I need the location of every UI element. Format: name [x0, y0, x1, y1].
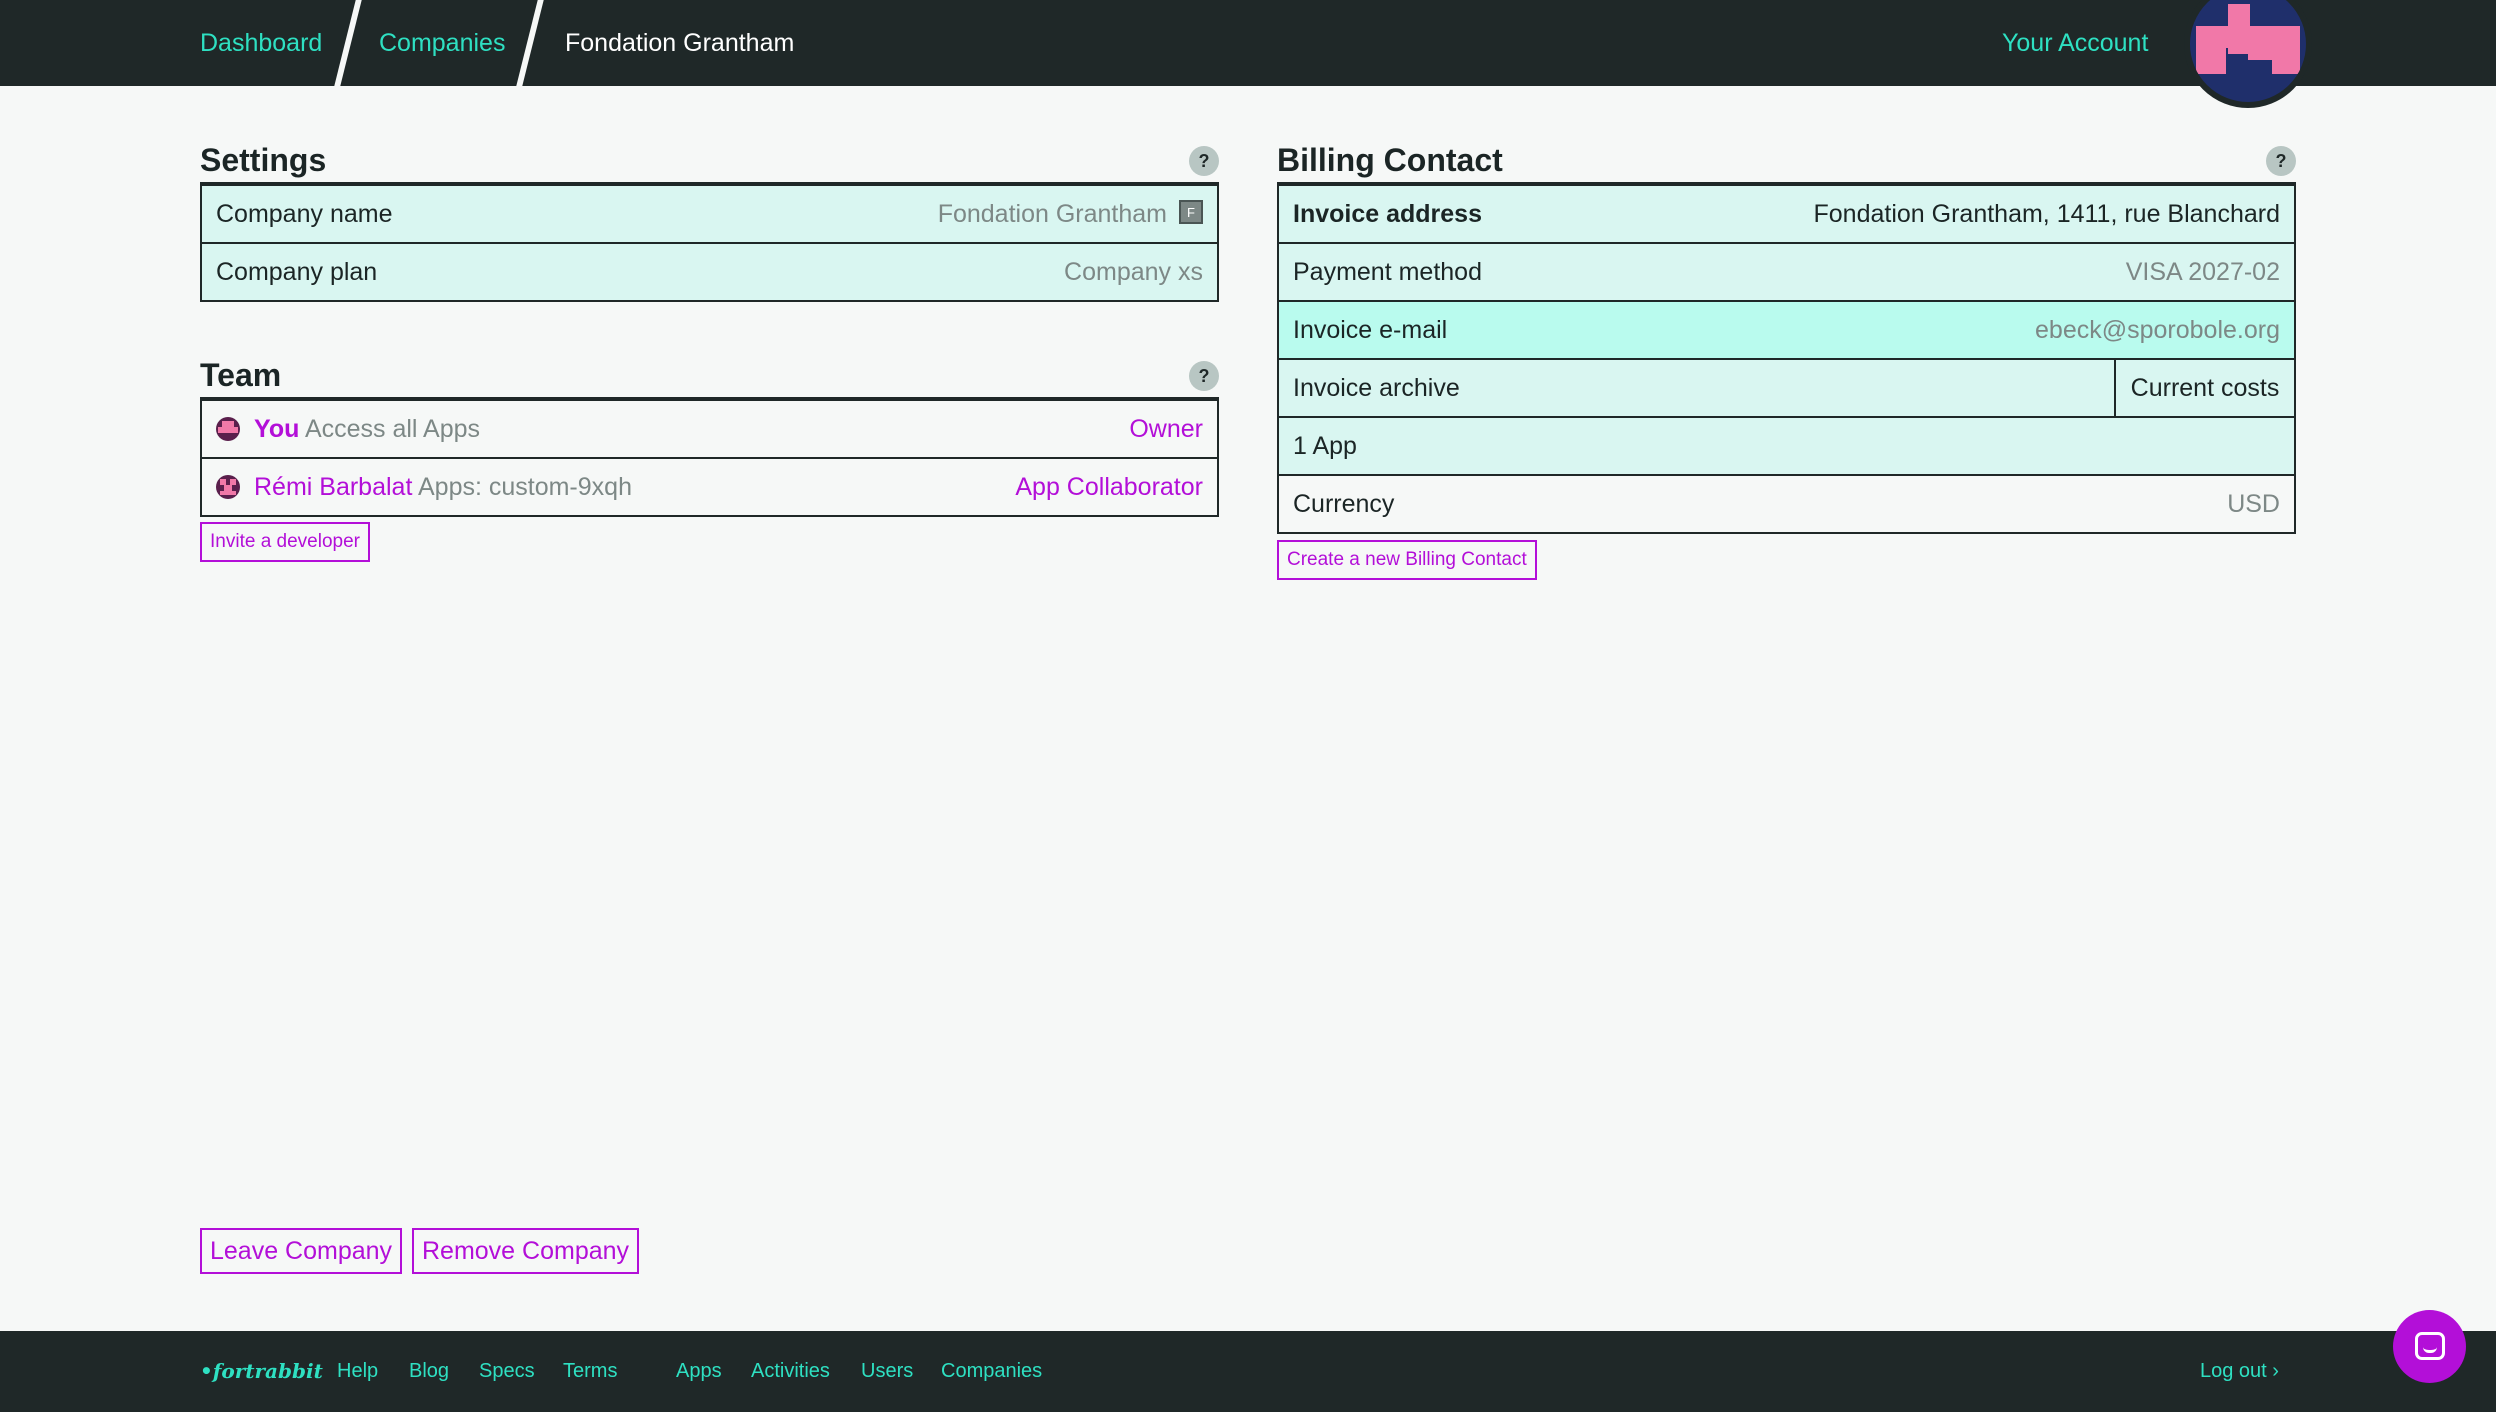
fortrabbit-logo[interactable]: •fortrabbit: [200, 1331, 323, 1412]
company-name-row[interactable]: Company name Fondation Grantham F: [200, 186, 1219, 244]
footer-link-specs[interactable]: Specs: [479, 1331, 535, 1412]
payment-method-value: VISA 2027-02: [2125, 258, 2280, 286]
settings-title: Settings: [200, 142, 327, 178]
member-avatar: [216, 475, 240, 499]
top-navigation-bar: Dashboard Companies Fondation Grantham Y…: [0, 0, 2496, 108]
user-avatar[interactable]: [2184, 0, 2312, 108]
footer-link-help[interactable]: Help: [337, 1331, 378, 1412]
company-initial-icon: F: [1179, 200, 1203, 225]
breadcrumb-current-company: Fondation Grantham: [565, 29, 795, 57]
billing-table: Invoice address Fondation Grantham, 1411…: [1277, 182, 2296, 534]
company-plan-label: Company plan: [216, 258, 378, 286]
create-billing-contact-button[interactable]: Create a new Billing Contact: [1277, 540, 1537, 580]
team-member-row[interactable]: You Access all Apps Owner: [200, 401, 1219, 459]
invoice-address-label: Invoice address: [1293, 200, 1482, 228]
invoice-email-label: Invoice e-mail: [1293, 316, 1448, 344]
currency-row[interactable]: Currency USD: [1277, 476, 2296, 534]
footer-link-users[interactable]: Users: [861, 1331, 913, 1412]
breadcrumb-companies[interactable]: Companies: [379, 0, 505, 86]
member-role[interactable]: Owner: [1129, 401, 1203, 457]
currency-label: Currency: [1293, 490, 1395, 518]
footer-link-apps[interactable]: Apps: [676, 1331, 722, 1412]
team-section: Team ? You Access all Apps Owner Rémi Ba…: [200, 357, 1219, 562]
remove-company-button[interactable]: Remove Company: [412, 1228, 640, 1274]
breadcrumb-separator: [334, 0, 362, 86]
member-avatar: [216, 417, 240, 441]
settings-section: Settings ? Company name Fondation Granth…: [200, 142, 1219, 302]
company-plan-row[interactable]: Company plan Company xs: [200, 244, 1219, 302]
chat-launcher-button[interactable]: [2393, 1310, 2466, 1383]
footer: •fortrabbit Help Blog Specs Terms Apps A…: [0, 1331, 2496, 1412]
apps-count-row[interactable]: 1 App: [1277, 418, 2296, 476]
leave-company-button[interactable]: Leave Company: [200, 1228, 403, 1274]
member-name: Rémi Barbalat Apps: custom-9xqh: [254, 473, 632, 501]
company-name-value: Fondation Grantham F: [938, 186, 1203, 242]
footer-link-companies[interactable]: Companies: [941, 1331, 1042, 1412]
team-table: You Access all Apps Owner Rémi Barbalat …: [200, 397, 1219, 517]
billing-contact-title: Billing Contact: [1277, 142, 1503, 178]
settings-help-icon[interactable]: ?: [1189, 146, 1219, 176]
logout-link[interactable]: Log out ›: [2200, 1331, 2279, 1412]
chat-icon: [2415, 1332, 2445, 1360]
team-help-icon[interactable]: ?: [1189, 361, 1219, 391]
billing-contact-section: Billing Contact ? Invoice address Fondat…: [1277, 142, 2296, 580]
invoice-email-row[interactable]: Invoice e-mail ebeck@sporobole.org: [1277, 302, 2296, 360]
invoice-email-value: ebeck@sporobole.org: [2035, 316, 2280, 344]
member-role[interactable]: App Collaborator: [1015, 459, 1203, 515]
invite-developer-button[interactable]: Invite a developer: [200, 522, 370, 562]
breadcrumb-dashboard[interactable]: Dashboard: [200, 0, 322, 86]
currency-value: USD: [2227, 490, 2280, 518]
company-name-label: Company name: [216, 200, 393, 228]
footer-link-terms[interactable]: Terms: [563, 1331, 617, 1412]
team-member-row[interactable]: Rémi Barbalat Apps: custom-9xqh App Coll…: [200, 459, 1219, 517]
team-title: Team: [200, 357, 282, 393]
payment-method-label: Payment method: [1293, 258, 1482, 286]
invoice-archive-label: Invoice archive: [1293, 374, 1460, 402]
member-name: You Access all Apps: [254, 415, 481, 443]
your-account-link[interactable]: Your Account: [2002, 0, 2148, 86]
current-costs-cell[interactable]: Current costs: [2114, 360, 2294, 416]
invoice-address-value: Fondation Grantham, 1411, rue Blanchard: [1813, 200, 2281, 228]
invoice-archive-row[interactable]: Invoice archive Current costs: [1277, 360, 2296, 418]
billing-help-icon[interactable]: ?: [2266, 146, 2296, 176]
payment-method-row[interactable]: Payment method VISA 2027-02: [1277, 244, 2296, 302]
invoice-address-row[interactable]: Invoice address Fondation Grantham, 1411…: [1277, 186, 2296, 244]
footer-link-activities[interactable]: Activities: [751, 1331, 830, 1412]
company-plan-value: Company xs: [1064, 258, 1203, 286]
settings-table: Company name Fondation Grantham F Company…: [200, 182, 1219, 302]
apps-count-label: 1 App: [1293, 432, 1357, 460]
footer-link-blog[interactable]: Blog: [409, 1331, 449, 1412]
breadcrumb-separator: [516, 0, 544, 86]
